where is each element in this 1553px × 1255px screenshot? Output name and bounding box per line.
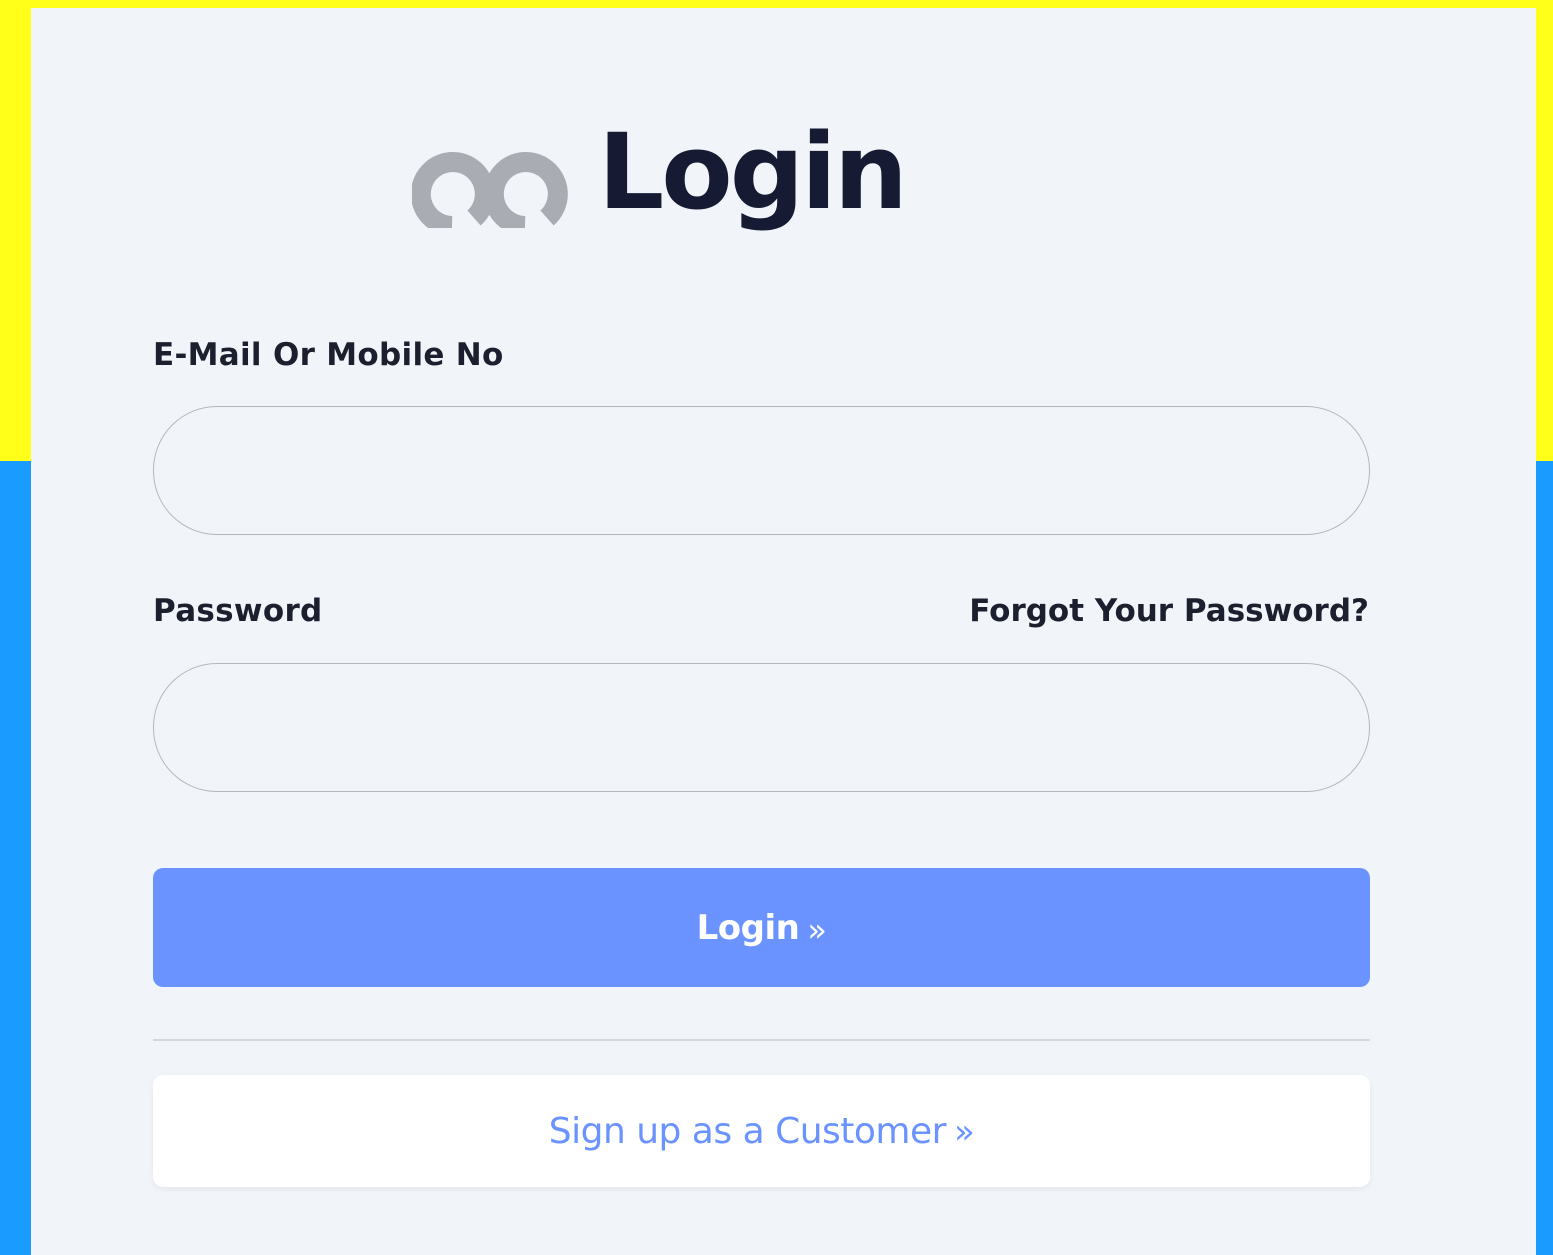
divider <box>153 1039 1370 1041</box>
password-field[interactable] <box>153 663 1370 792</box>
password-label: Password <box>153 593 323 629</box>
forgot-password-link[interactable]: Forgot Your Password? <box>969 596 1369 627</box>
double-chevron-right-icon: » <box>953 1112 975 1152</box>
signup-customer-button[interactable]: Sign up as a Customer » <box>153 1075 1370 1187</box>
signup-button-label: Sign up as a Customer <box>548 1110 947 1152</box>
login-header: Login <box>412 108 908 248</box>
page-title: Login <box>598 111 908 233</box>
double-q-logo-icon <box>412 152 568 228</box>
double-chevron-right-icon: » <box>807 910 827 949</box>
login-button[interactable]: Login » <box>153 868 1370 987</box>
login-button-label: Login <box>696 907 800 948</box>
email-label: E-Mail Or Mobile No <box>153 337 504 373</box>
email-field[interactable] <box>153 406 1370 535</box>
